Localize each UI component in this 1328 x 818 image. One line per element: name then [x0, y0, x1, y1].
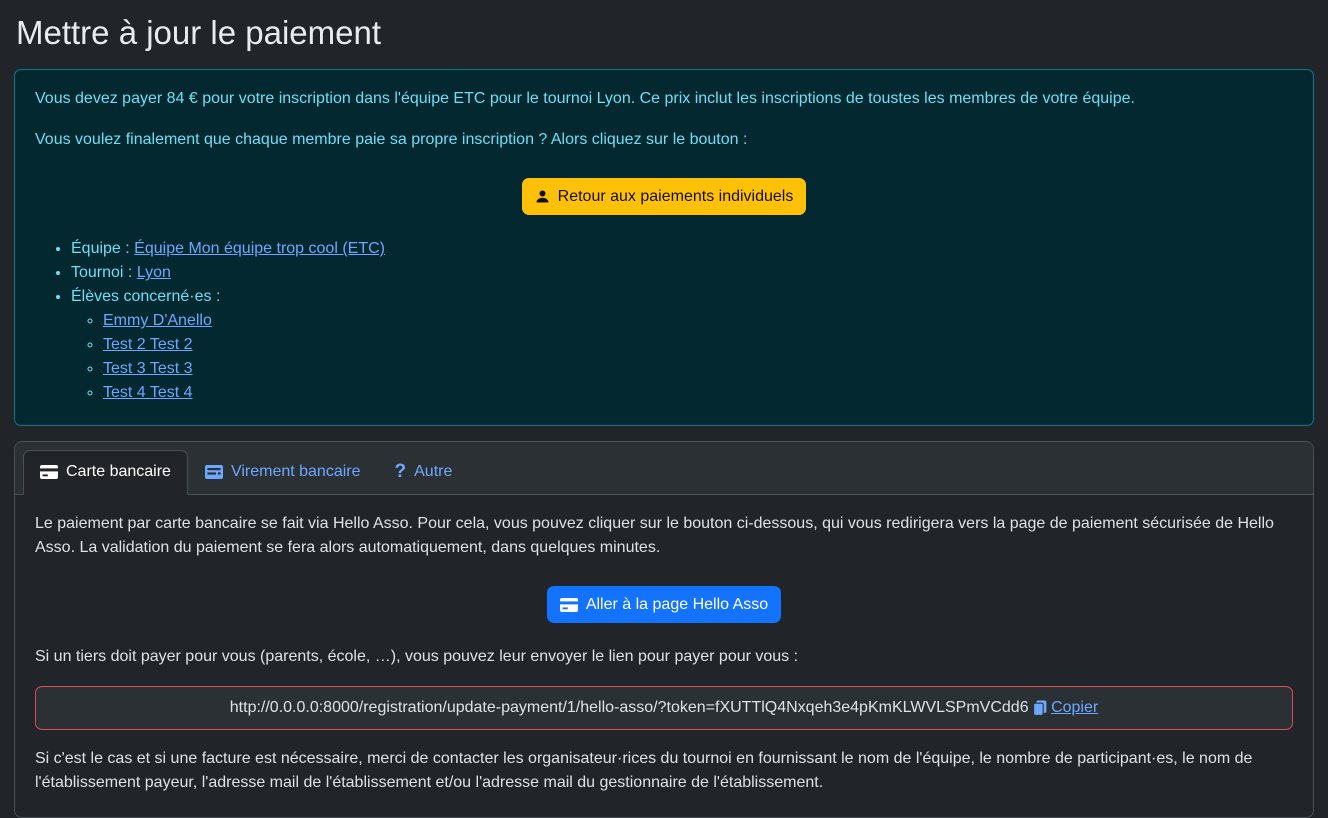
- alert-paragraph-individual: Vous voulez finalement que chaque membre…: [35, 128, 1293, 152]
- question-mark-icon: ?: [395, 463, 407, 481]
- invoice-paragraph: Si c'est le cas et si une facture est né…: [35, 747, 1293, 795]
- payment-link-box: http://0.0.0.0:8000/registration/update-…: [35, 686, 1293, 730]
- helloasso-button-label: Aller à la page Hello Asso: [586, 594, 768, 615]
- students-list-item: Élèves concerné·es : Emmy D'Anello Test …: [71, 285, 1293, 405]
- card-tab-content: Le paiement par carte bancaire se fait v…: [15, 495, 1313, 817]
- back-button-row: Retour aux paiements individuels: [35, 178, 1293, 215]
- tab-label: Virement bancaire: [231, 461, 361, 483]
- tournament-label: Tournoi :: [71, 264, 132, 281]
- back-to-individual-payments-button[interactable]: Retour aux paiements individuels: [522, 178, 807, 215]
- tournament-list-item: Tournoi : Lyon: [71, 261, 1293, 285]
- page: Mettre à jour le paiement Vous devez pay…: [0, 0, 1328, 818]
- student-list-item: Emmy D'Anello: [103, 309, 1293, 333]
- helloasso-paragraph: Le paiement par carte bancaire se fait v…: [35, 512, 1293, 560]
- tournament-link[interactable]: Lyon: [137, 264, 171, 281]
- student-link[interactable]: Test 2 Test 2: [103, 336, 193, 353]
- tab-autre[interactable]: ? Autre: [378, 450, 470, 495]
- person-icon: [535, 189, 550, 204]
- credit-card-icon: [560, 598, 578, 612]
- back-button-label: Retour aux paiements individuels: [558, 186, 794, 207]
- bank-transfer-icon: [205, 465, 223, 479]
- helloasso-button-row: Aller à la page Hello Asso: [35, 586, 1293, 623]
- third-party-paragraph: Si un tiers doit payer pour vous (parent…: [35, 645, 1293, 669]
- team-link[interactable]: Équipe Mon équipe trop cool (ETC): [134, 240, 385, 257]
- copy-link[interactable]: Copier: [1033, 697, 1098, 719]
- team-label: Équipe :: [71, 240, 130, 257]
- helloasso-page-button[interactable]: Aller à la page Hello Asso: [547, 586, 781, 623]
- payment-link-url: http://0.0.0.0:8000/registration/update-…: [230, 699, 1029, 716]
- student-link[interactable]: Test 4 Test 4: [103, 384, 193, 401]
- copy-icon: [1033, 700, 1047, 716]
- student-link[interactable]: Test 3 Test 3: [103, 360, 193, 377]
- students-list: Emmy D'Anello Test 2 Test 2 Test 3 Test …: [71, 309, 1293, 405]
- student-link[interactable]: Emmy D'Anello: [103, 312, 212, 329]
- copy-link-label: Copier: [1051, 697, 1098, 719]
- alert-paragraph-price: Vous devez payer 84 € pour votre inscrip…: [35, 87, 1293, 111]
- registration-details-list: Équipe : Équipe Mon équipe trop cool (ET…: [35, 237, 1293, 405]
- student-list-item: Test 3 Test 3: [103, 357, 1293, 381]
- tab-virement-bancaire[interactable]: Virement bancaire: [188, 450, 378, 495]
- team-list-item: Équipe : Équipe Mon équipe trop cool (ET…: [71, 237, 1293, 261]
- payment-methods-card: Carte bancaire Virement bancaire ?: [14, 441, 1314, 818]
- tab-label: Autre: [414, 461, 452, 483]
- students-label: Élèves concerné·es :: [71, 288, 220, 305]
- page-title: Mettre à jour le paiement: [16, 12, 1312, 53]
- payment-info-alert: Vous devez payer 84 € pour votre inscrip…: [14, 69, 1314, 426]
- payment-tabs-header: Carte bancaire Virement bancaire ?: [15, 442, 1313, 495]
- tab-carte-bancaire[interactable]: Carte bancaire: [23, 450, 188, 495]
- payment-tabs: Carte bancaire Virement bancaire ?: [23, 450, 1305, 495]
- tab-label: Carte bancaire: [66, 461, 171, 483]
- student-list-item: Test 2 Test 2: [103, 333, 1293, 357]
- student-list-item: Test 4 Test 4: [103, 381, 1293, 405]
- credit-card-icon: [40, 465, 58, 479]
